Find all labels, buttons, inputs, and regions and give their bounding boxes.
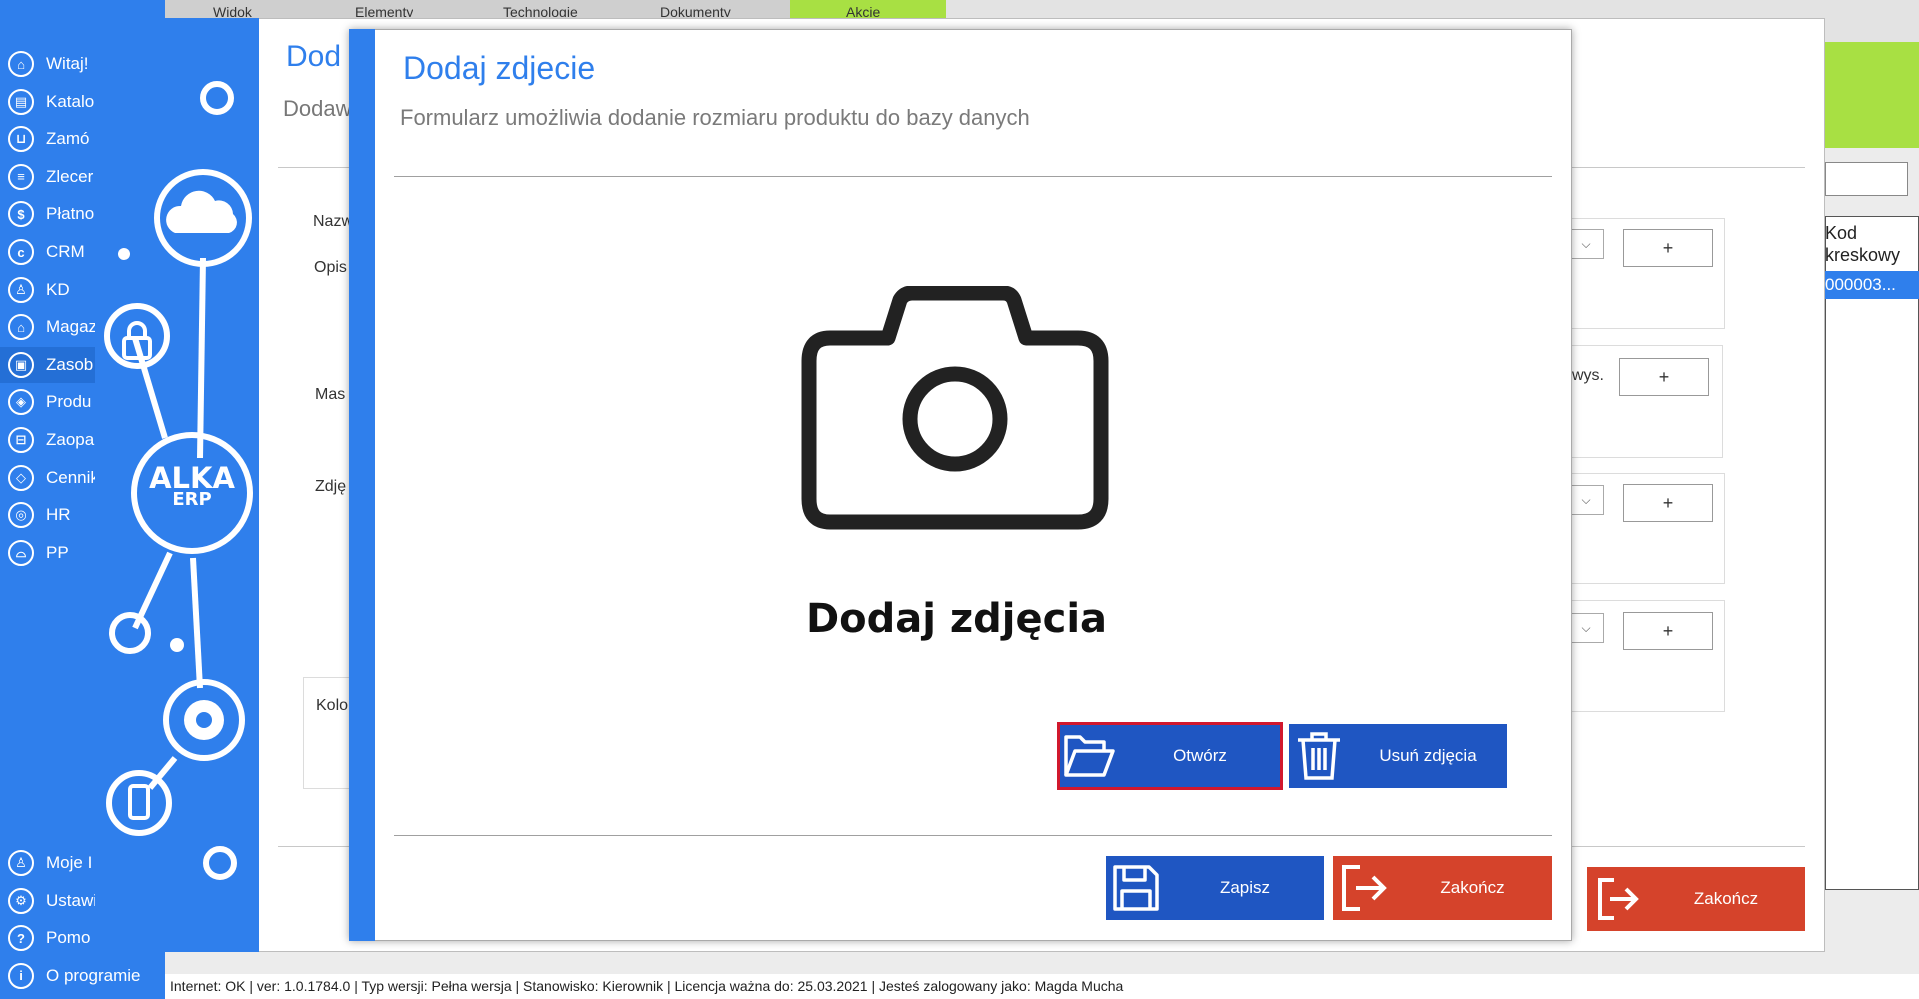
data-table [1825,216,1919,890]
dollar-icon: $ [8,201,34,228]
dropdown-chevron[interactable]: ⌵ [1568,613,1604,643]
tag-icon: ◇ [8,464,34,491]
field-label-height: wys. [1572,367,1604,384]
open-button-label: Otwórz [1173,746,1227,765]
info-icon: i [8,962,34,989]
background-close-label: Zakończ [1693,889,1759,908]
sidebar-item-label: Cennik [46,467,99,487]
sidebar-item-label: CRM [46,242,85,261]
photo-placeholder-caption: Dodaj zdjęcia [805,596,1108,642]
hr-icon: ◎ [8,502,34,529]
save-button[interactable]: Zapisz [1106,856,1324,920]
background-close-button[interactable]: Zakończ [1587,867,1805,931]
brand-panel: ALKA ERP [95,18,259,952]
exit-icon [1587,867,1647,931]
sidebar-item-label: Witaj! [46,54,89,73]
tab-akcje-label: Akcje [846,4,881,17]
sidebar-item-label: Zaopa [46,430,95,449]
field-label-color: Kolo [316,697,349,714]
dialog-title: Dodaj zdjecie [403,50,596,86]
truck-icon: ⊟ [8,427,34,453]
cart-icon: ⊔ [8,126,34,153]
add-button[interactable]: + [1623,484,1713,522]
tab-elementy[interactable]: Elementy [355,1,413,17]
close-button-label: Zakończ [1440,878,1505,897]
tab-akcje[interactable]: Akcje [790,0,946,18]
warehouse-icon: ⌂ [8,314,34,341]
gear-icon [184,700,224,740]
person-icon: ♙ [8,276,34,303]
camera-icon[interactable] [800,286,1110,531]
remove-photos-label: Usuń zdjęcia [1379,746,1477,765]
dialog-accent-strip [349,29,375,941]
exit-icon [1333,856,1393,920]
field-label-description: Opis [314,259,347,276]
add-button[interactable]: + [1623,229,1713,267]
add-button[interactable]: + [1619,358,1709,396]
list-icon: ≡ [8,163,34,190]
add-button[interactable]: + [1623,612,1713,650]
background-page-title: Dod [286,40,342,73]
sidebar-item-label: Katalo [46,91,95,111]
sidebar-item-label: Płatno [46,204,95,224]
sidebar-item-label: Moje I [46,853,93,872]
field-label-photo: Zdję [315,478,347,495]
pp-icon: ⌓ [8,539,34,566]
alka-erp-logo: ALKA ERP [134,461,250,509]
tab-dokumenty[interactable]: Dokumenty [660,1,731,17]
table-header-barcode[interactable]: Kod kreskowy [1825,222,1919,266]
sidebar-item-label: KD [46,279,70,299]
sidebar-item-label: Magaz [46,317,98,337]
tab-technologie[interactable]: Technologie [503,1,578,17]
logo-text-main: ALKA [149,461,235,495]
status-bar: Internet: OK | ver: 1.0.1784.0 | Typ wer… [165,974,1919,999]
user-icon: ♙ [8,850,34,876]
sidebar-item-label: O programie [46,965,141,985]
search-input[interactable] [1825,162,1908,196]
close-button[interactable]: Zakończ [1333,856,1552,920]
open-button[interactable]: Otwórz [1057,722,1283,790]
home-icon: ⌂ [8,51,34,77]
save-icon [1106,856,1166,920]
help-icon: ? [8,925,34,952]
table-cell-selected[interactable]: 000003... [1825,271,1919,299]
cloud-icon [166,190,237,233]
sidebar-item-label: Pomo [46,928,91,948]
field-label-mass: Mas [315,386,346,403]
highlight-block [1825,42,1919,148]
production-icon: ◈ [8,389,34,416]
phone-icon [128,784,150,820]
sidebar-item-o-programie[interactable]: i O programie [0,958,165,994]
sidebar-item-label: Produ [46,392,92,412]
box-icon: ▣ [8,351,34,378]
settings-icon: ⚙ [8,887,34,914]
dropdown-chevron[interactable]: ⌵ [1568,485,1604,515]
field-label-name: Nazw [313,213,354,230]
dialog-divider [394,176,1552,177]
folder-open-icon [1059,724,1119,788]
sidebar-item-label: HR [46,505,71,525]
background-page-subtitle: Dodaw [283,96,352,121]
dropdown-chevron[interactable]: ⌵ [1568,229,1604,259]
tab-widok[interactable]: Widok [213,1,252,17]
book-icon: ▤ [8,88,34,115]
remove-photos-button[interactable]: Usuń zdjęcia [1289,724,1507,788]
crm-icon: c [8,239,34,265]
sidebar-item-label: Zamó [46,129,90,149]
sidebar-item-label: Ustawi [46,890,98,910]
save-button-label: Zapisz [1219,878,1271,897]
sidebar-item-label: PP [46,542,69,562]
sidebar-item-label: Zasob [46,354,94,374]
trash-icon [1289,724,1349,788]
dialog-subtitle: Formularz umożliwia dodanie rozmiaru pro… [400,105,1030,130]
dialog-divider [394,835,1552,836]
sidebar-item-label: Zlecer [46,166,94,186]
